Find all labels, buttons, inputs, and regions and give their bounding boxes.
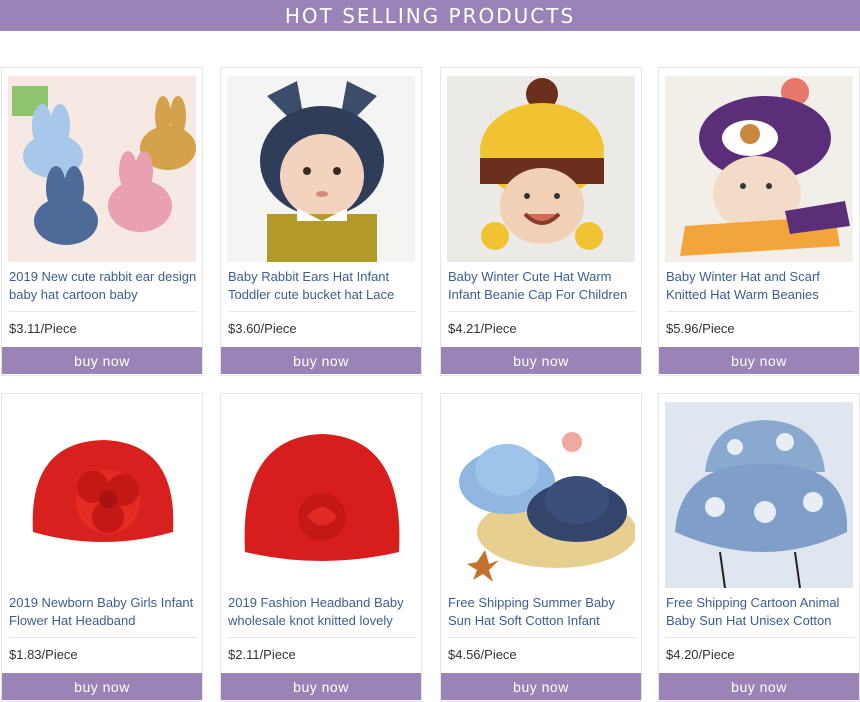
- product-title[interactable]: 2019 New cute rabbit ear design baby hat…: [9, 268, 199, 306]
- divider: [9, 311, 197, 312]
- product-title[interactable]: Free Shipping Cartoon Animal Baby Sun Ha…: [666, 594, 856, 632]
- product-title[interactable]: Baby Winter Cute Hat Warm Infant Beanie …: [448, 268, 638, 306]
- buy-now-button[interactable]: buy now: [659, 673, 859, 700]
- divider: [228, 311, 416, 312]
- red-flower-turban-image: [8, 402, 196, 588]
- product-card[interactable]: Baby Winter Cute Hat Warm Infant Beanie …: [440, 67, 642, 376]
- buy-now-button[interactable]: buy now: [441, 347, 641, 374]
- product-card[interactable]: 2019 Newborn Baby Girls Infant Flower Ha…: [1, 393, 203, 702]
- divider: [666, 311, 854, 312]
- product-title[interactable]: 2019 Fashion Headband Baby wholesale kno…: [228, 594, 418, 632]
- buy-now-button[interactable]: buy now: [659, 347, 859, 374]
- buy-now-button[interactable]: buy now: [2, 673, 202, 700]
- product-image[interactable]: [8, 402, 196, 588]
- product-card[interactable]: 2019 Fashion Headband Baby wholesale kno…: [220, 393, 422, 702]
- buy-now-button[interactable]: buy now: [2, 347, 202, 374]
- animal-bucket-hat-image: [665, 402, 853, 588]
- denim-bucket-hats-image: [447, 402, 635, 588]
- product-image[interactable]: [227, 76, 415, 262]
- product-title[interactable]: Baby Rabbit Ears Hat Infant Toddler cute…: [228, 268, 418, 306]
- product-price: $5.96/Piece: [666, 321, 735, 336]
- buy-now-button[interactable]: buy now: [441, 673, 641, 700]
- product-price: $3.60/Piece: [228, 321, 297, 336]
- yellow-beanie-image: [447, 76, 635, 262]
- product-image[interactable]: [447, 76, 635, 262]
- product-price: $4.21/Piece: [448, 321, 517, 336]
- buy-now-button[interactable]: buy now: [221, 673, 421, 700]
- product-image[interactable]: [227, 402, 415, 588]
- product-title[interactable]: 2019 Newborn Baby Girls Infant Flower Ha…: [9, 594, 199, 632]
- divider: [228, 637, 416, 638]
- rabbit-caps-image: [8, 76, 196, 262]
- product-price: $3.11/Piece: [9, 321, 77, 336]
- section-header: HOT SELLING PRODUCTS: [0, 0, 860, 31]
- product-price: $1.83/Piece: [9, 647, 78, 662]
- product-card[interactable]: Free Shipping Summer Baby Sun Hat Soft C…: [440, 393, 642, 702]
- divider: [666, 637, 854, 638]
- product-image[interactable]: [447, 402, 635, 588]
- product-price: $4.56/Piece: [448, 647, 517, 662]
- product-image[interactable]: [8, 76, 196, 262]
- product-price: $4.20/Piece: [666, 647, 735, 662]
- product-image[interactable]: [665, 76, 853, 262]
- section-title: HOT SELLING PRODUCTS: [284, 3, 576, 28]
- product-price: $2.11/Piece: [228, 647, 296, 662]
- product-title[interactable]: Baby Winter Hat and Scarf Knitted Hat Wa…: [666, 268, 856, 306]
- baby-rabbit-hat-image: [227, 76, 415, 262]
- product-card[interactable]: 2019 New cute rabbit ear design baby hat…: [1, 67, 203, 376]
- divider: [9, 637, 197, 638]
- product-title[interactable]: Free Shipping Summer Baby Sun Hat Soft C…: [448, 594, 638, 632]
- divider: [448, 311, 636, 312]
- product-image[interactable]: [665, 402, 853, 588]
- product-card[interactable]: Baby Rabbit Ears Hat Infant Toddler cute…: [220, 67, 422, 376]
- product-card[interactable]: Free Shipping Cartoon Animal Baby Sun Ha…: [658, 393, 860, 702]
- purple-knit-hat-image: [665, 76, 853, 262]
- divider: [448, 637, 636, 638]
- buy-now-button[interactable]: buy now: [221, 347, 421, 374]
- product-card[interactable]: Baby Winter Hat and Scarf Knitted Hat Wa…: [658, 67, 860, 376]
- red-knot-turban-image: [227, 402, 415, 588]
